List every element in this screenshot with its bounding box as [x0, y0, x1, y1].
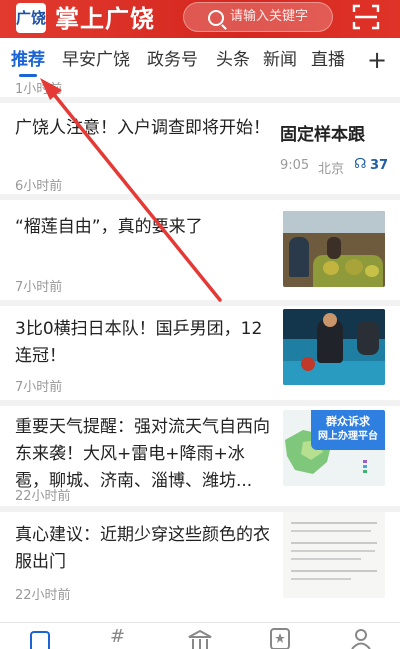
tab-news[interactable]: 新闻	[263, 38, 297, 82]
tab-active-indicator	[19, 74, 37, 77]
app-title: 掌上广饶	[55, 5, 155, 33]
news-time: 1小时前	[15, 82, 63, 97]
banner-line-1: 群众诉求	[326, 415, 370, 428]
list-item[interactable]: 1小时前	[0, 82, 400, 97]
listen-count: 37	[370, 158, 389, 173]
side-card-preview[interactable]: 固定样本跟 9:05 北京 ☊ 37	[280, 120, 400, 180]
app-header: 广饶 掌上广饶 请输入关键字	[0, 0, 400, 38]
list-item[interactable]: 重要天气提醒：强对流天气自西向东来袭！大风+雷电+降雨+冰雹，聊城、济南、淄博、…	[0, 406, 400, 506]
news-time: 7小时前	[15, 380, 63, 395]
list-item[interactable]: 广饶人注意！入户调查即将开始！ 6小时前 固定样本跟 9:05 北京 ☊ 37	[0, 103, 400, 194]
news-thumbnail-durian	[283, 211, 385, 287]
news-time: 22小时前	[15, 588, 71, 603]
bottom-navigation: #	[0, 622, 400, 649]
government-icon[interactable]	[187, 629, 213, 649]
news-time: 7小时前	[15, 280, 63, 295]
news-time: 22小时前	[15, 489, 71, 504]
add-channel-icon[interactable]: +	[367, 38, 387, 82]
side-card-time: 9:05	[280, 158, 310, 173]
news-thumbnail-article	[283, 512, 385, 598]
news-title: 真心建议：近期少穿这些颜色的衣服出门	[15, 525, 270, 572]
news-thumbnail-weather-map: 群众诉求 网上办理平台	[283, 410, 385, 486]
petition-banner: 群众诉求 网上办理平台	[311, 410, 385, 450]
list-item[interactable]: 3比0横扫日本队！国乒男团，12连冠！ 7小时前	[0, 306, 400, 400]
news-title: 3比0横扫日本队！国乒男团，12连冠！	[15, 319, 263, 366]
news-feed: 1小时前 广饶人注意！入户调查即将开始！ 6小时前 固定样本跟 9:05 北京 …	[0, 82, 400, 622]
search-bar[interactable]: 请输入关键字	[183, 2, 333, 32]
search-placeholder: 请输入关键字	[230, 9, 309, 24]
side-card-title: 固定样本跟	[280, 125, 365, 145]
scan-icon[interactable]	[352, 4, 380, 30]
user-icon[interactable]	[350, 628, 372, 649]
news-time: 6小时前	[15, 179, 63, 194]
list-item[interactable]: 真心建议：近期少穿这些颜色的衣服出门 22小时前	[0, 512, 400, 622]
home-icon[interactable]	[30, 631, 50, 649]
news-thumbnail-table-tennis	[283, 309, 385, 385]
news-title: 重要天气提醒：强对流天气自西向东来袭！大风+雷电+降雨+冰雹，聊城、济南、淄博、…	[15, 417, 270, 491]
headphone-icon: ☊	[354, 156, 367, 172]
star-icon[interactable]	[270, 628, 290, 649]
search-icon	[208, 10, 224, 26]
news-title: “榴莲自由”，真的要来了	[15, 217, 203, 237]
tab-government[interactable]: 政务号	[147, 38, 198, 82]
banner-line-2: 网上办理平台	[318, 431, 378, 442]
list-item[interactable]: “榴莲自由”，真的要来了 7小时前	[0, 200, 400, 300]
app-logo: 广饶	[16, 3, 46, 33]
tab-headlines[interactable]: 头条	[216, 38, 250, 82]
tab-morning-guangrao[interactable]: 早安广饶	[62, 38, 130, 82]
channel-tabs: 推荐 早安广饶 政务号 头条 新闻 直播 +	[0, 38, 400, 82]
tab-live[interactable]: 直播	[311, 38, 345, 82]
news-title: 广饶人注意！入户调查即将开始！	[15, 118, 270, 138]
hashtag-icon[interactable]: #	[110, 627, 125, 647]
side-card-place: 北京	[318, 162, 345, 177]
